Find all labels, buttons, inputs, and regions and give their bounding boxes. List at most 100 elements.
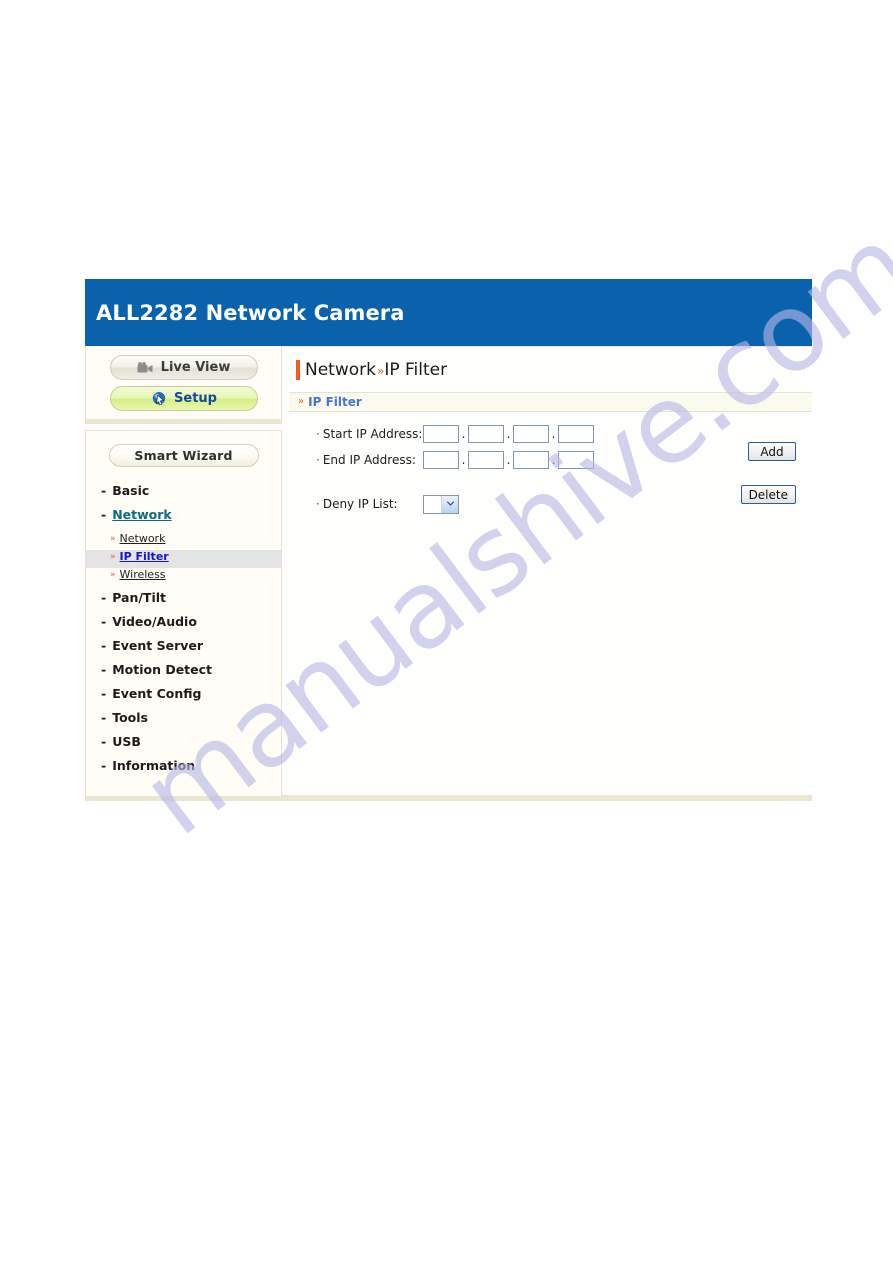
sidebar-item-information[interactable]: - Information [86,758,281,782]
start-ip-label: · Start IP Address: [289,427,423,441]
network-subnav: » Network » IP Filter » Wireless [86,532,281,586]
bullet-dash: - [101,758,107,773]
live-view-label: Live View [160,360,231,375]
sidebar-item-network[interactable]: - Network [86,507,281,531]
breadcrumb-secondary: IP Filter [384,360,448,380]
sidebar-item-pan-tilt[interactable]: - Pan/Tilt [86,590,281,614]
sidebar-item-label: Event Server [112,638,204,653]
app-title: ALL2282 Network Camera [96,300,405,325]
delete-button[interactable]: Delete [740,485,796,504]
mode-panel: Live View Setup [85,346,282,424]
sidebar-item-label: Network [112,507,172,522]
sidebar-subitem-wireless[interactable]: » Wireless [86,568,281,586]
main-content: Network » IP Filter » IP Filter · Start I… [282,346,812,801]
sidebar-subitem-label: IP Filter [119,550,169,563]
bullet-dash: - [101,507,107,522]
sidebar-subitem-label: Wireless [119,568,166,581]
double-chevron-icon: » [376,364,384,378]
setup-button[interactable]: Setup [109,386,258,411]
start-ip-octet-2[interactable] [468,425,504,443]
deny-ip-list-dropdown[interactable] [423,494,459,514]
double-chevron-icon: » [298,395,304,407]
sidebar-item-usb[interactable]: - USB [86,734,281,758]
sidebar-item-label: Motion Detect [112,662,213,677]
smart-wizard-button[interactable]: Smart Wizard [108,444,259,467]
ip-separator: . [506,453,511,467]
ip-separator: . [461,453,466,467]
delete-button-label: Delete [748,487,788,502]
bullet-dash: - [101,710,107,725]
section-header-label: IP Filter [308,395,362,409]
camera-web-ui: ALL2282 Network Camera Live View Setup S… [85,279,812,801]
bullet-dash: - [101,686,107,701]
live-view-button[interactable]: Live View [109,355,258,380]
deny-ip-list-label: · Deny IP List: [289,497,423,511]
cursor-arrow-icon [150,391,168,407]
end-ip-row: · End IP Address: . . . [289,447,812,473]
bullet-dot: · [316,453,320,467]
bullet-dash: - [101,734,107,749]
sidebar-item-label: Video/Audio [112,614,197,629]
bullet-dash: - [101,483,107,498]
start-ip-octet-4[interactable] [558,425,594,443]
sidebar-subitem-network[interactable]: » Network [86,532,281,550]
double-chevron-icon: » [110,534,115,544]
video-camera-icon [137,360,155,376]
deny-ip-list-label-text: Deny IP List: [322,497,398,511]
breadcrumb-primary: Network [305,360,376,380]
end-ip-label-text: End IP Address: [322,453,416,467]
end-ip-octet-3[interactable] [513,451,549,469]
sidebar-item-label: USB [112,734,141,749]
nav-list: - Basic - Network » Network » IP Filter … [86,483,281,782]
sidebar-item-basic[interactable]: - Basic [86,483,281,507]
sidebar-item-label: Tools [112,710,148,725]
bullet-dash: - [101,662,107,677]
ip-separator: . [506,427,511,441]
bullet-dot: · [316,427,320,441]
smart-wizard-label: Smart Wizard [134,448,233,463]
setup-label: Setup [174,391,217,406]
bullet-dot: · [316,497,320,511]
sidebar-subitem-label: Network [119,532,166,545]
sidebar-item-tools[interactable]: - Tools [86,710,281,734]
bullet-dash: - [101,590,107,605]
end-ip-label: · End IP Address: [289,453,423,467]
bullet-dash: - [101,638,107,653]
start-ip-row: · Start IP Address: . . . [289,421,812,447]
sidebar-item-event-server[interactable]: - Event Server [86,638,281,662]
start-ip-label-text: Start IP Address: [322,427,423,441]
end-ip-octet-4[interactable] [558,451,594,469]
sidebar-item-label: Basic [112,483,150,498]
sidebar-item-label: Pan/Tilt [112,590,166,605]
content-bottom-rule [282,795,812,801]
chevron-down-icon [441,495,458,513]
sidebar-item-label: Event Config [112,686,202,701]
sidebar: Live View Setup Smart Wizard - Basic - N… [85,346,282,801]
double-chevron-icon: » [110,570,115,580]
sidebar-item-video-audio[interactable]: - Video/Audio [86,614,281,638]
double-chevron-icon: » [110,552,115,562]
sidebar-item-motion-detect[interactable]: - Motion Detect [86,662,281,686]
ip-separator: . [551,453,556,467]
sidebar-item-label: Information [112,758,196,773]
add-button-label: Add [760,444,784,459]
ip-separator: . [551,427,556,441]
end-ip-octets: . . . [423,451,594,469]
start-ip-octet-3[interactable] [513,425,549,443]
ip-filter-form: · Start IP Address: . . . · End IP Addre… [289,412,812,517]
sidebar-subitem-ip-filter[interactable]: » IP Filter [86,550,281,568]
app-header: ALL2282 Network Camera [85,279,812,346]
ip-separator: . [461,427,466,441]
deny-ip-list-row: · Deny IP List: [289,491,812,517]
section-header: » IP Filter [289,392,812,412]
end-ip-octet-2[interactable] [468,451,504,469]
breadcrumb: Network » IP Filter [296,347,812,392]
nav-panel: Smart Wizard - Basic - Network » Network… [85,430,282,801]
bullet-dash: - [101,614,107,629]
end-ip-octet-1[interactable] [423,451,459,469]
add-button[interactable]: Add [748,442,796,461]
start-ip-octets: . . . [423,425,594,443]
start-ip-octet-1[interactable] [423,425,459,443]
sidebar-item-event-config[interactable]: - Event Config [86,686,281,710]
body-row: Live View Setup Smart Wizard - Basic - N… [85,346,812,801]
